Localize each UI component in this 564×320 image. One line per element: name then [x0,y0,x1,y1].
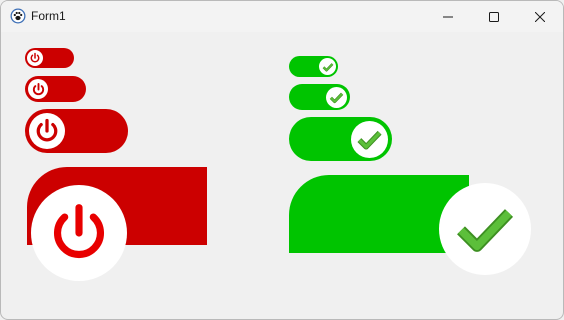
toggle-switch-on[interactable] [289,84,350,110]
check-icon [357,130,382,150]
maximize-icon [489,11,499,22]
power-icon [54,204,104,258]
power-icon [36,118,58,142]
check-icon [329,92,344,104]
check-icon [457,209,514,252]
close-button[interactable] [517,1,563,32]
toggle-switch-on[interactable] [289,117,392,161]
power-icon [32,82,44,95]
title-bar[interactable]: Form1 [1,1,563,32]
toggle-switch-off[interactable] [25,48,74,68]
toggle-switch-off[interactable] [25,109,128,153]
minimize-button[interactable] [425,1,471,32]
form-window: Form1 [0,0,564,320]
toggle-switch-on[interactable] [289,175,533,279]
paw-icon [10,8,26,24]
form-client-area [1,32,563,319]
toggle-switch-on[interactable] [289,56,338,77]
toggle-switch-off[interactable] [25,76,86,102]
power-icon [30,52,40,63]
minimize-icon [443,16,453,17]
check-icon [322,62,333,71]
maximize-button[interactable] [471,1,517,32]
toggle-switch-off[interactable] [27,167,207,281]
window-title: Form1 [31,9,66,23]
close-icon [535,11,545,22]
